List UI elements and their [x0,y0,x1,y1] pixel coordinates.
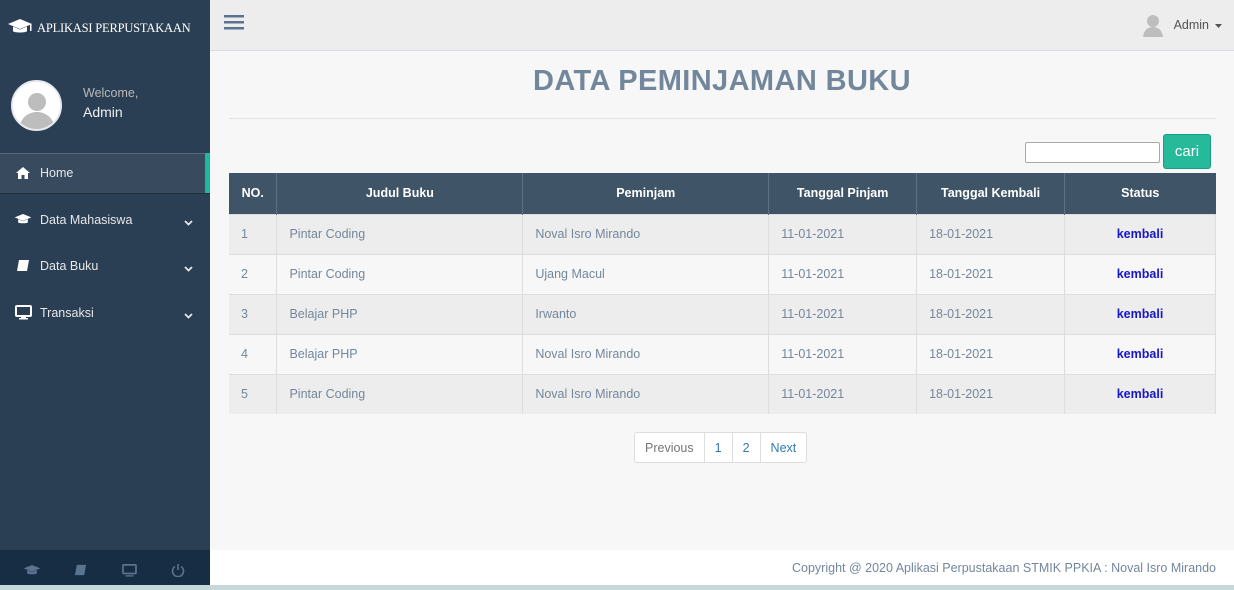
status-link[interactable]: kembali [1064,293,1216,334]
table-cell: 18-01-2021 [916,213,1066,254]
status-link[interactable]: kembali [1064,333,1216,374]
table-cell: Belajar PHP [276,333,524,374]
window-bottom-edge [0,585,1234,590]
pagination-next[interactable]: Next [761,433,807,462]
app-brand[interactable]: APLIKASI PERPUSTAKAAN [0,0,210,57]
page-title: DATA PEMINJAMAN BUKU [532,65,911,97]
table-cell: 11-01-2021 [768,373,918,414]
table-cell: 4 [229,333,278,374]
status-link[interactable]: kembali [1064,253,1216,294]
table-row: 3 Belajar PHP Irwanto 11-01-2021 18-01-2… [229,293,1216,334]
table-cell: 18-01-2021 [916,293,1066,334]
table-row: 1 Pintar Coding Noval Isro Mirando 11-01… [229,213,1216,254]
table-cell: Pintar Coding [276,373,524,414]
table-cell: 18-01-2021 [916,333,1066,374]
profile-panel: Welcome, Admin [0,57,210,153]
sidebar-item-label: Home [40,166,74,180]
table-cell: 18-01-2021 [916,253,1066,294]
chevron-down-icon [184,308,193,322]
table-cell: 11-01-2021 [768,213,918,254]
column-header: Tanggal Pinjam [768,173,918,214]
sidebar-item-label: Data Mahasiswa [40,212,133,227]
table-cell: Pintar Coding [276,253,524,294]
page-footer: Copyright @ 2020 Aplikasi Perpustakaan S… [210,550,1234,585]
desktop-icon [14,305,32,321]
welcome-text: Welcome, [83,86,139,100]
pagination: Previous 1 2 Next [634,432,808,463]
table-row: 4 Belajar PHP Noval Isro Mirando 11-01-2… [229,333,1216,374]
desktop-icon[interactable] [114,563,144,577]
table-cell: Belajar PHP [276,293,524,334]
table-cell: 11-01-2021 [768,333,918,374]
chevron-down-icon [184,261,193,275]
copyright-text: Copyright @ 2020 Aplikasi Perpustakaan S… [792,560,1216,575]
column-header: Judul Buku [276,173,524,214]
table-cell: 5 [229,373,278,414]
avatar[interactable] [11,79,62,131]
sidebar-item-data-mahasiswa[interactable]: Data Mahasiswa [0,200,210,240]
sidebar-item-label: Transaksi [40,305,94,320]
table-cell: Pintar Coding [276,213,524,254]
table-cell: Noval Isro Mirando [522,333,770,374]
table-row: 2 Pintar Coding Ujang Macul 11-01-2021 1… [229,253,1216,294]
table-cell: Ujang Macul [522,253,770,294]
pagination-previous[interactable]: Previous [635,433,705,462]
sidebar-item-label: Data Buku [40,259,99,273]
graduation-cap-icon [7,18,37,40]
column-header: NO. [229,173,278,214]
user-menu[interactable]: Admin [1142,13,1222,37]
chevron-down-icon [184,215,193,229]
pagination-page-1[interactable]: 1 [705,433,733,462]
home-icon [14,165,32,181]
sidebar: APLIKASI PERPUSTAKAAN Welcome, Admin Hom… [0,0,210,590]
sidebar-item-home[interactable]: Home [0,153,210,193]
sidebar-footer [0,550,210,590]
divider [229,118,1216,119]
sidebar-item-transaksi[interactable]: Transaksi [0,293,210,333]
column-header: Tanggal Kembali [916,173,1066,214]
sidebar-item-data-buku[interactable]: Data Buku [0,246,210,286]
pagination-page-2[interactable]: 2 [733,433,761,462]
table-cell: 1 [229,213,278,254]
power-icon[interactable] [163,563,193,577]
graduation-cap-icon[interactable] [17,564,47,577]
column-header: Peminjam [522,173,770,214]
table-cell: 2 [229,253,278,294]
book-icon[interactable] [66,564,96,577]
status-link[interactable]: kembali [1064,213,1216,254]
user-name: Admin [1173,18,1209,32]
main-content: DATA PEMINJAMAN BUKU cari NO. Judul Buku… [210,51,1234,550]
search-button[interactable]: cari [1163,134,1211,169]
status-link[interactable]: kembali [1064,373,1216,414]
table-cell: 11-01-2021 [768,253,918,294]
app-root: APLIKASI PERPUSTAKAAN Welcome, Admin Hom… [0,0,1234,590]
top-navbar: Admin [210,0,1234,51]
table-cell: Irwanto [522,293,770,334]
table-cell: 11-01-2021 [768,293,918,334]
table-cell: 3 [229,293,278,334]
menu-toggle-icon[interactable] [224,14,244,35]
loan-table: NO. Judul Buku Peminjam Tanggal Pinjam T… [229,173,1216,414]
table-cell: 18-01-2021 [916,373,1066,414]
user-avatar-icon [1142,13,1164,37]
app-title: APLIKASI PERPUSTAKAAN [37,21,191,35]
table-cell: Noval Isro Mirando [522,213,770,254]
book-icon [14,258,32,274]
table-header-row: NO. Judul Buku Peminjam Tanggal Pinjam T… [229,173,1216,214]
sidebar-menu: Home Data Mahasiswa Data Buku Transaksi [0,153,210,333]
column-header: Status [1064,173,1216,214]
profile-name: Admin [83,104,123,120]
table-row: 5 Pintar Coding Noval Isro Mirando 11-01… [229,373,1216,414]
caret-down-icon [1215,18,1222,32]
search-input[interactable] [1025,142,1160,163]
graduation-cap-icon [14,212,32,228]
table-cell: Noval Isro Mirando [522,373,770,414]
